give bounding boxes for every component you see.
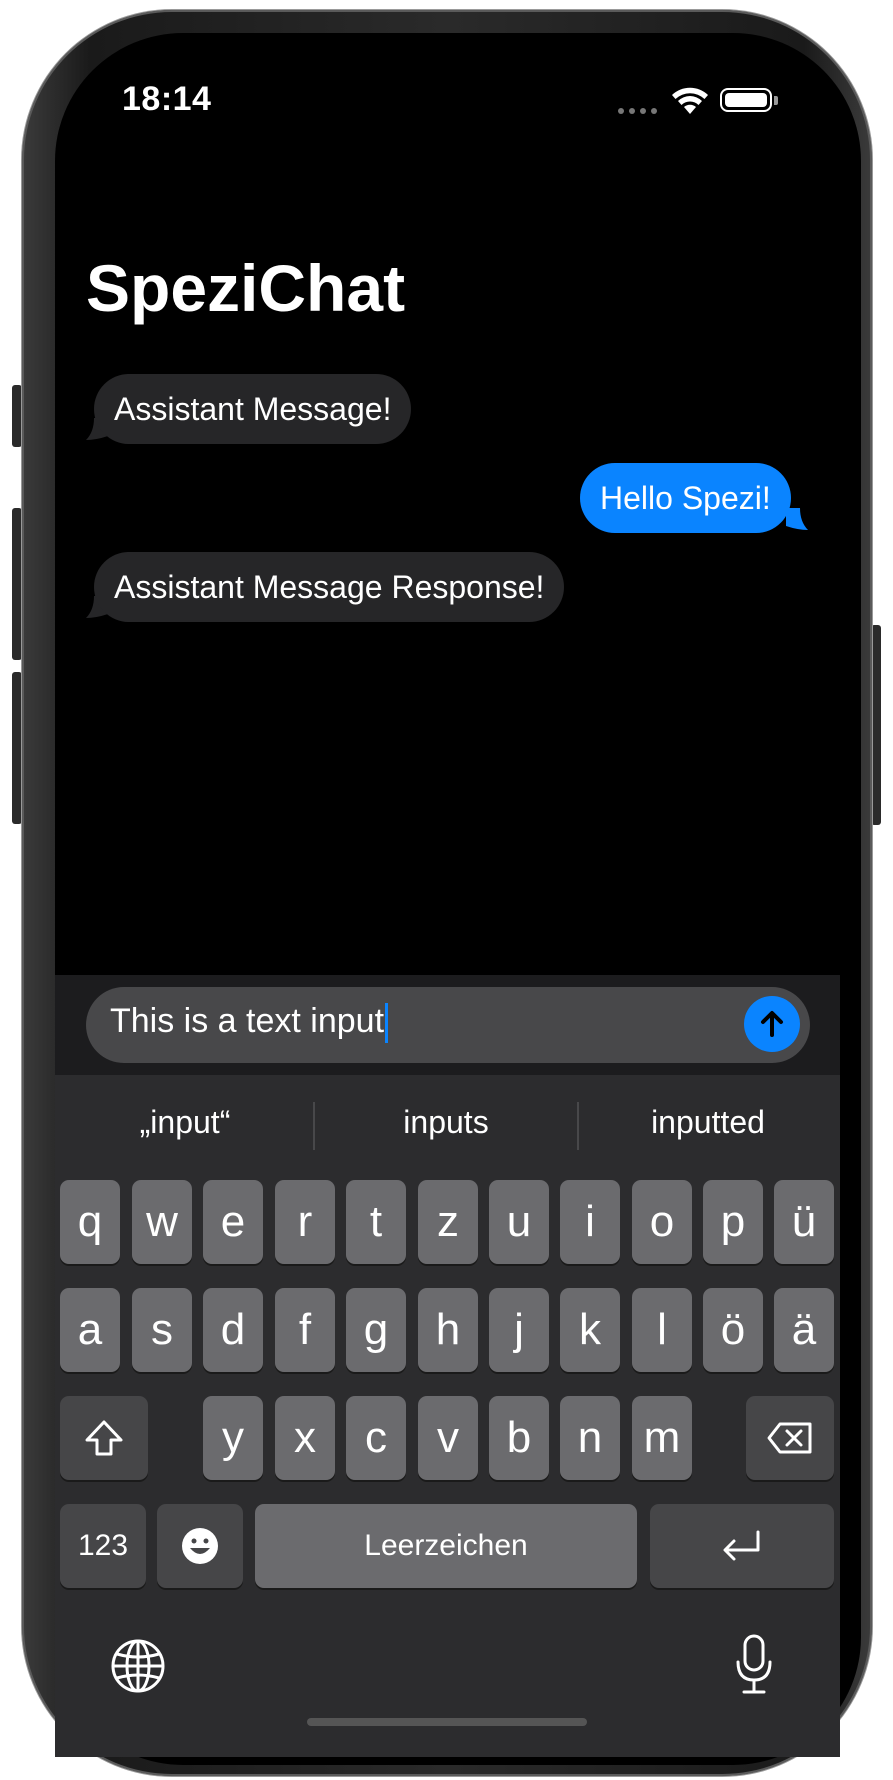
home-indicator [307,1718,587,1726]
wifi-icon [672,87,708,114]
key[interactable]: n [560,1396,620,1480]
key[interactable]: ö [703,1288,763,1372]
emoji-key[interactable] [157,1504,243,1588]
key[interactable]: c [346,1396,406,1480]
send-button[interactable] [744,996,800,1052]
suggestion-1[interactable]: „input“ [55,1104,315,1141]
globe-icon[interactable] [110,1638,166,1694]
return-key[interactable] [650,1504,834,1588]
key[interactable]: f [275,1288,335,1372]
assistant-message-bubble: Assistant Message! [94,374,412,444]
key[interactable]: m [632,1396,692,1480]
suggestion-2[interactable]: inputs [316,1104,576,1141]
key[interactable]: u [489,1180,549,1264]
key[interactable]: w [132,1180,192,1264]
bubble-tail [786,508,808,530]
key[interactable]: v [418,1396,478,1480]
message-input-value: This is a text input [110,1002,385,1040]
emoji-icon [182,1528,218,1564]
key[interactable]: p [703,1180,763,1264]
space-key[interactable]: Leerzeichen [255,1504,637,1588]
key[interactable]: z [418,1180,478,1264]
key[interactable]: y [203,1396,263,1480]
numbers-key[interactable]: 123 [60,1504,146,1588]
key[interactable]: x [275,1396,335,1480]
volume-down-button [12,672,22,824]
suggestion-3[interactable]: inputted [578,1104,838,1141]
key[interactable]: j [489,1288,549,1372]
action-button [12,385,22,447]
delete-key[interactable] [746,1396,834,1480]
key[interactable]: ü [774,1180,834,1264]
key[interactable]: r [275,1180,335,1264]
key[interactable]: ä [774,1288,834,1372]
key[interactable]: i [560,1180,620,1264]
key[interactable]: o [632,1180,692,1264]
signal-dots [618,108,657,114]
battery-tip [774,96,778,105]
key[interactable]: d [203,1288,263,1372]
key[interactable]: k [560,1288,620,1372]
key[interactable]: e [203,1180,263,1264]
key[interactable]: g [346,1288,406,1372]
page-title: SpeziChat [86,251,406,325]
key[interactable]: b [489,1396,549,1480]
key[interactable]: l [632,1288,692,1372]
return-icon [723,1530,760,1561]
key[interactable]: a [60,1288,120,1372]
send-arrow-icon [761,1011,783,1037]
user-message-bubble: Hello Spezi! [580,463,791,533]
volume-up-button [12,508,22,660]
delete-icon [767,1422,812,1454]
key[interactable]: s [132,1288,192,1372]
key[interactable]: t [346,1180,406,1264]
key[interactable]: q [60,1180,120,1264]
microphone-icon[interactable] [734,1634,774,1696]
power-button [871,625,881,825]
text-caret [385,1003,389,1044]
battery-icon [720,88,772,112]
suggestion-divider [313,1102,315,1150]
shift-icon [85,1420,123,1456]
shift-key[interactable] [60,1396,148,1480]
key[interactable]: h [418,1288,478,1372]
message-input-text[interactable]: This is a text input [110,1002,389,1044]
assistant-message-bubble: Assistant Message Response! [94,552,565,622]
status-time: 18:14 [122,80,212,118]
